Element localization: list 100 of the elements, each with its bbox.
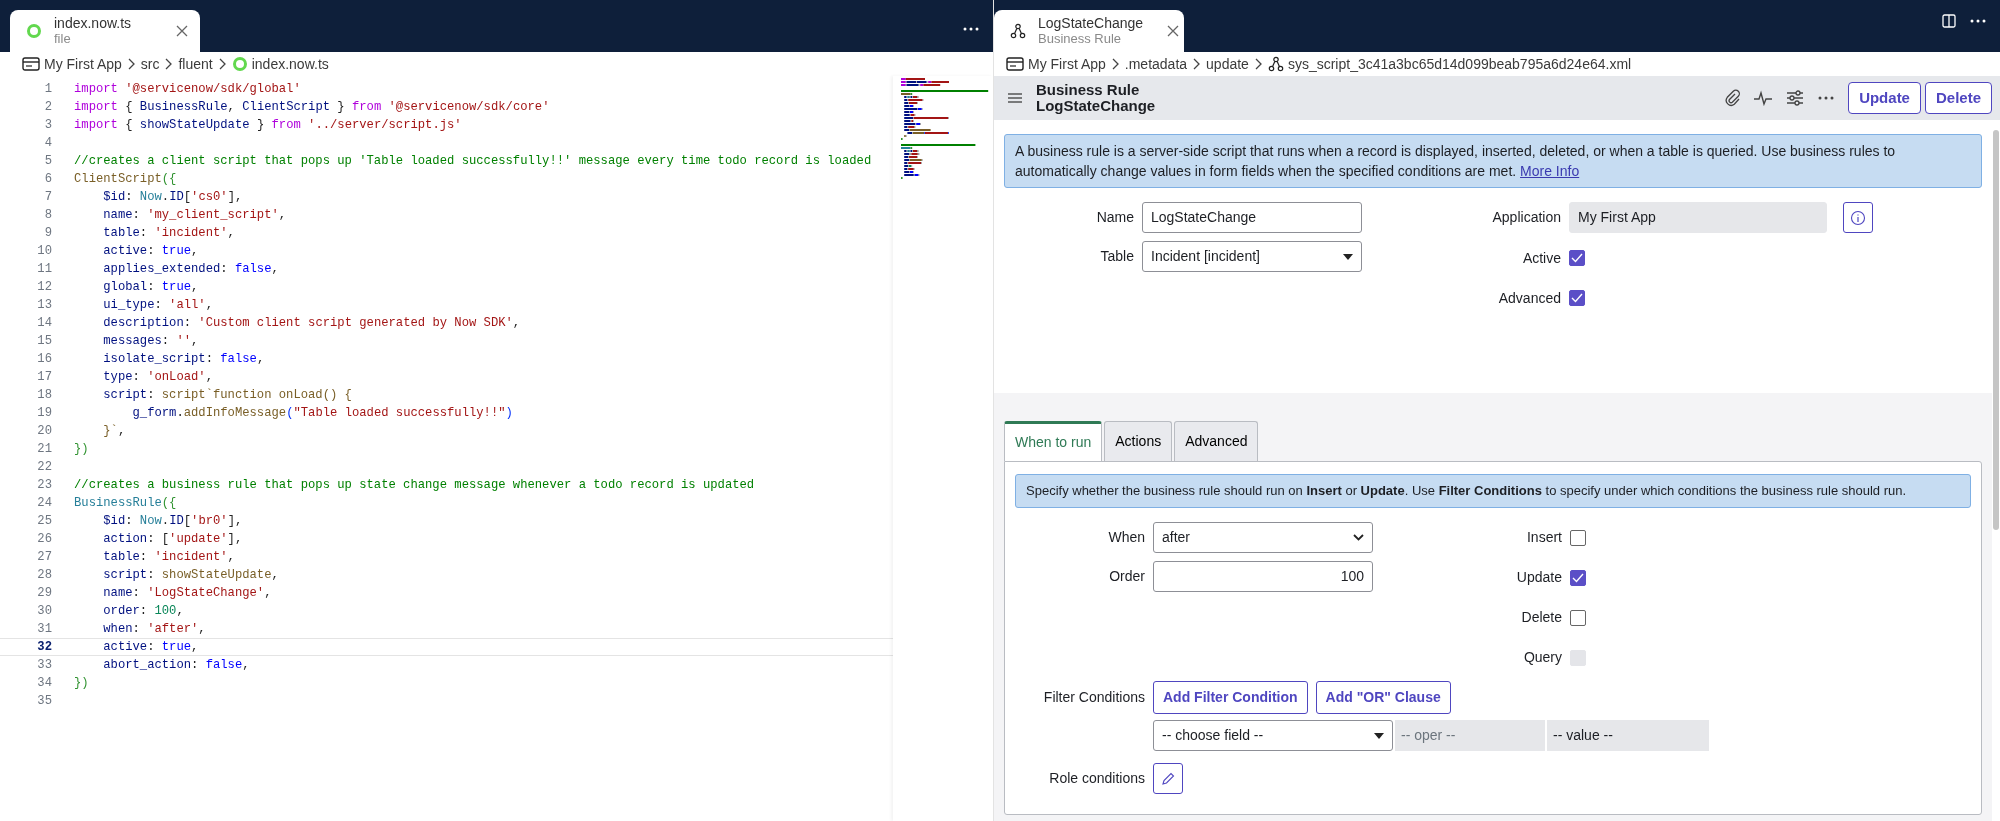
record-type: Business Rule — [1036, 82, 1141, 98]
editor-tab[interactable]: LogStateChange Business Rule — [994, 10, 1184, 52]
checkbox[interactable] — [1570, 569, 1586, 586]
breadcrumb-item[interactable]: update — [1206, 53, 1249, 75]
field-label: Advanced — [1497, 288, 1561, 308]
window-icon — [1006, 56, 1024, 72]
code-line: table: 'incident', — [102, 549, 235, 566]
line-number: 3 — [43, 117, 52, 134]
checkbox[interactable] — [1570, 609, 1586, 626]
editor-tab[interactable]: index.now.ts file — [10, 10, 200, 52]
menu-icon[interactable] — [1008, 93, 1022, 103]
operator-field: -- oper -- — [1395, 720, 1545, 751]
section-tab[interactable]: Advanced — [1174, 421, 1259, 461]
input-field[interactable]: 100 — [1153, 561, 1373, 592]
code-line: description: 'Custom client script generated by Now SDK', — [102, 315, 521, 332]
hierarchy-icon — [1010, 23, 1026, 39]
info-icon — [1850, 209, 1866, 226]
split-editor-icon[interactable] — [1942, 14, 1956, 28]
line-number: 19 — [36, 405, 52, 422]
tab-title[interactable]: index.now.ts — [54, 15, 132, 31]
line-number: 4 — [43, 135, 52, 152]
breadcrumb-item[interactable]: index.now.ts — [251, 53, 329, 75]
field-label: When — [1107, 528, 1145, 547]
line-number: 7 — [43, 189, 52, 206]
section-tab[interactable]: Actions — [1104, 421, 1173, 461]
tab-title[interactable]: LogStateChange — [1038, 15, 1144, 31]
checkbox[interactable] — [1570, 529, 1586, 546]
code-line: import '@servicenow/sdk/global' — [74, 81, 301, 98]
more-icon[interactable] — [963, 26, 979, 31]
breadcrumb-item[interactable]: .metadata — [1124, 53, 1188, 75]
action-button[interactable]: Update — [1848, 81, 1921, 115]
breadcrumb-item[interactable]: fluent — [178, 53, 213, 75]
line-number: 9 — [43, 225, 52, 242]
paperclip-icon[interactable] — [1724, 89, 1741, 107]
filter-button[interactable]: Add "OR" Clause — [1315, 681, 1451, 714]
field-label: Active — [1521, 248, 1561, 268]
code-line: script: showStateUpdate, — [102, 567, 279, 584]
read-only-field: My First App — [1569, 202, 1827, 233]
code-line: //creates a business rule that pops up state change message whenever a todo record is updated — [74, 477, 755, 494]
chevron-down-icon — [1353, 534, 1364, 541]
line-number: 11 — [36, 261, 52, 278]
code-line: $id: Now.ID['cs0'], — [102, 189, 243, 206]
code-line: name: 'LogStateChange', — [102, 585, 272, 602]
scrollbar-thumb[interactable] — [1993, 130, 1999, 530]
line-number: 21 — [36, 441, 52, 458]
code-line: type: 'onLoad', — [102, 369, 213, 386]
field-label: Table — [1099, 247, 1134, 266]
breadcrumb-item[interactable]: My First App — [1028, 53, 1106, 75]
more-icon[interactable] — [1818, 96, 1835, 100]
code-line: import { BusinessRule, ClientScript } from '@servicenow/sdk/core' — [74, 99, 550, 116]
line-number: 26 — [36, 531, 52, 548]
line-number: 24 — [36, 495, 52, 512]
breadcrumb-item[interactable]: My First App — [44, 53, 122, 75]
tab-subtitle: Business Rule — [1038, 31, 1123, 47]
line-number: 12 — [36, 279, 52, 296]
checkbox[interactable] — [1569, 250, 1585, 266]
code-line: isolate_script: false, — [102, 351, 265, 368]
dropdown[interactable]: Incident [incident] — [1142, 241, 1362, 272]
dropdown[interactable]: after — [1153, 522, 1373, 553]
section-tab[interactable]: When to run — [1004, 421, 1103, 461]
info-button[interactable] — [1843, 202, 1873, 233]
info-message: Specify whether the business rule should run on Insert or Update. Use Filter Conditions to specify under which conditions the business rule should run. — [1015, 474, 1971, 508]
edit-button[interactable] — [1153, 763, 1183, 794]
info-message: A business rule is a server-side script that runs when a record is displayed, inserted, deleted, or when a table is queried. Use business rules to automatically change values in form fields when the specified conditions are met. More Info — [1004, 134, 1982, 188]
line-number: 32 — [36, 639, 52, 656]
more-info-link[interactable]: More Info — [1520, 163, 1580, 179]
breadcrumb-item[interactable]: src — [140, 53, 160, 75]
line-number: 23 — [36, 477, 52, 494]
sliders-icon[interactable] — [1786, 90, 1805, 106]
field-label: Order — [1108, 567, 1145, 586]
code-line: }) — [74, 441, 89, 458]
line-number: 22 — [36, 459, 52, 476]
pulse-icon[interactable] — [1754, 90, 1773, 106]
code-line: BusinessRule({ — [74, 495, 177, 512]
chevron-right-icon — [127, 58, 135, 70]
code-line: active: true, — [102, 639, 199, 656]
field-label: Filter Conditions — [1042, 688, 1145, 707]
chevron-right-icon — [1254, 58, 1262, 70]
code-line: abort_action: false, — [102, 657, 250, 674]
field-label: Insert — [1526, 528, 1562, 547]
action-button[interactable]: Delete — [1924, 81, 1992, 115]
code-line: active: true, — [102, 243, 199, 260]
caret-down-icon — [1374, 732, 1384, 739]
close-icon[interactable] — [1167, 25, 1180, 37]
field-label: Role conditions — [1048, 769, 1145, 788]
filter-button[interactable]: Add Filter Condition — [1153, 681, 1308, 714]
input-field[interactable]: LogStateChange — [1142, 202, 1362, 233]
tab-subtitle: file — [54, 31, 72, 47]
checkbox[interactable] — [1569, 290, 1585, 306]
more-icon[interactable] — [1970, 19, 1986, 23]
app-file-icon — [26, 23, 42, 39]
close-icon[interactable] — [176, 25, 188, 37]
code-line: order: 100, — [102, 603, 184, 620]
line-number: 31 — [36, 621, 52, 638]
breadcrumb-item[interactable]: sys_script_3c41a3bc65d14d099beab795a6d24e64.xml — [1287, 53, 1632, 75]
code-line: }`, — [102, 423, 126, 440]
line-number: 14 — [36, 315, 52, 332]
code-line: applies_extended: false, — [102, 261, 279, 278]
line-number: 5 — [43, 153, 52, 170]
dropdown[interactable]: -- choose field -- — [1153, 720, 1393, 751]
